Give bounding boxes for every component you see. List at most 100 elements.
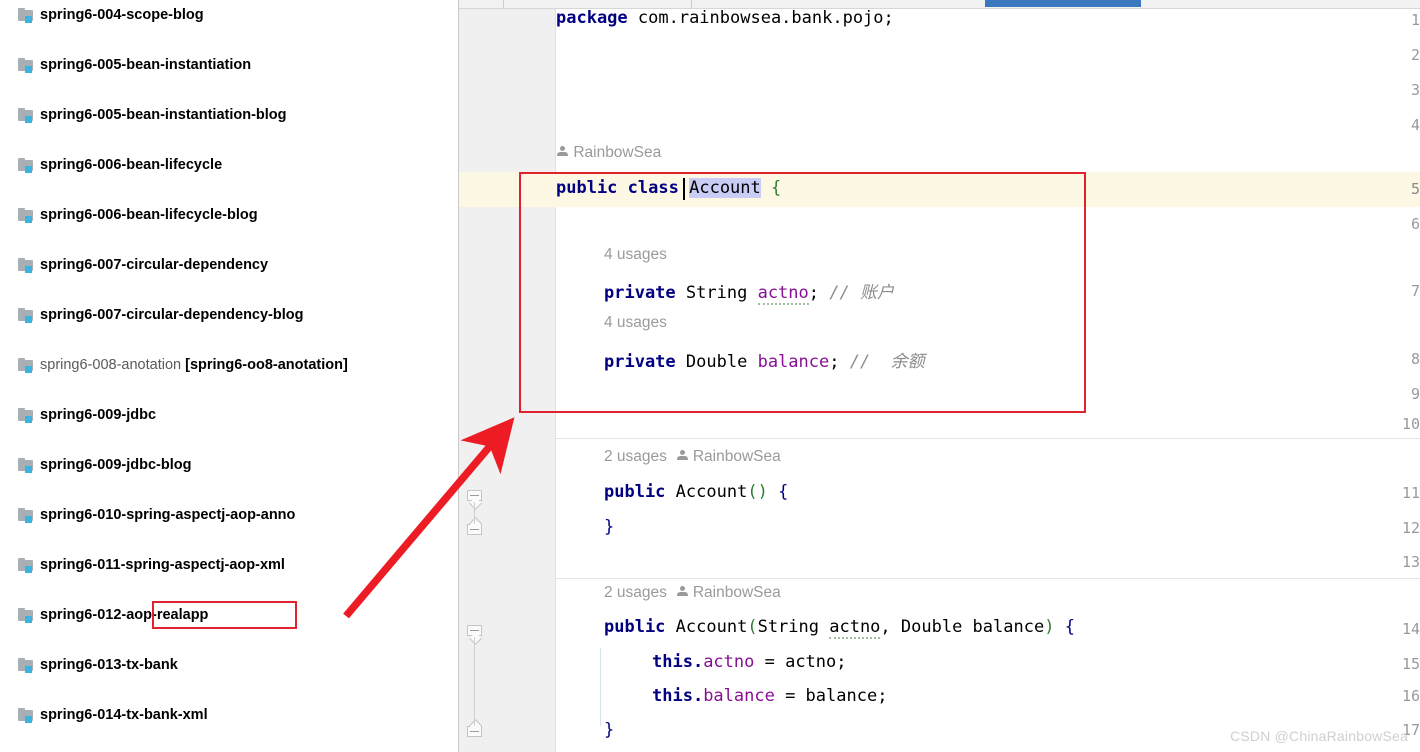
module-folder-icon (18, 607, 35, 623)
tree-item-label: spring6-012-aop-realapp (40, 607, 209, 623)
keyword-class: class (627, 178, 679, 198)
keyword-private: private (604, 352, 676, 372)
code-line-7[interactable]: private String actno; // 账户 (604, 278, 894, 305)
tree-item-label: spring6-007-circular-dependency (40, 257, 269, 273)
semicolon: ; (829, 352, 840, 372)
constructor-noarg: Account() { (675, 482, 789, 502)
tree-item-label: spring6-004-scope-blog (40, 7, 204, 23)
tree-item-spring6-006-bean-lifecycle-blog[interactable]: spring6-006-bean-lifecycle-blog (0, 203, 460, 228)
module-folder-icon (18, 207, 35, 223)
module-folder-icon (18, 157, 35, 173)
inlay-hint-usages[interactable]: 2 usages RainbowSea (604, 584, 781, 602)
field-actno[interactable]: actno (757, 283, 809, 305)
tree-item-module-name: [spring6-oo8-anotation] (185, 357, 348, 373)
tree-item-spring6-014-tx-bank-xml[interactable]: spring6-014-tx-bank-xml (0, 703, 460, 728)
line-number: 10 (1401, 415, 1420, 433)
tree-item-spring6-013-tx-bank[interactable]: spring6-013-tx-bank (0, 653, 460, 678)
indent-guide (600, 648, 601, 726)
code-line-14[interactable]: public Account(String actno, Double bala… (604, 617, 1075, 639)
code-line-5[interactable]: public class Account { (556, 178, 781, 198)
tree-item-spring6-008-anotation[interactable]: spring6-008-anotation [spring6-oo8-anota… (0, 353, 460, 378)
fold-marker-start[interactable] (467, 625, 484, 645)
keyword-public: public (604, 482, 666, 502)
ctor-name: Account (675, 482, 748, 502)
line-number: 5 (1410, 180, 1420, 198)
tree-item-label: spring6-005-bean-instantiation-blog (40, 107, 287, 123)
line-number: 1 (1410, 11, 1420, 29)
comment-actno: // 账户 (829, 283, 894, 303)
code-line-17[interactable]: } (604, 720, 614, 740)
assignment-actno: = actno; (754, 652, 847, 672)
tree-item-label: spring6-005-bean-instantiation (40, 57, 252, 73)
line-number: 9 (1410, 385, 1420, 403)
code-line-11[interactable]: public Account() { (604, 482, 788, 502)
field-balance[interactable]: balance (758, 352, 830, 372)
text-caret (683, 178, 685, 200)
line-number: 4 (1410, 116, 1420, 134)
line-number: 15 (1401, 655, 1420, 673)
tree-item-spring6-004-scope-blog[interactable]: spring6-004-scope-blog (0, 3, 460, 28)
field-actno[interactable]: actno (703, 652, 754, 672)
line-number: 6 (1410, 215, 1420, 233)
tree-item-spring6-009-jdbc-blog[interactable]: spring6-009-jdbc-blog (0, 453, 460, 478)
module-folder-icon (18, 307, 35, 323)
module-folder-icon (18, 557, 35, 573)
tree-item-spring6-007-circular-dependency[interactable]: spring6-007-circular-dependency (0, 253, 460, 278)
line-number: 3 (1410, 81, 1420, 99)
editor-fold-column[interactable] (537, 9, 555, 752)
code-line-12[interactable]: } (604, 517, 614, 537)
tree-item-spring6-007-circular-dependency-blog[interactable]: spring6-007-circular-dependency-blog (0, 303, 460, 328)
fold-marker-end[interactable] (467, 517, 484, 539)
tree-item-spring6-006-bean-lifecycle[interactable]: spring6-006-bean-lifecycle (0, 153, 460, 178)
inlay-hint-usages[interactable]: 4 usages (604, 314, 667, 332)
tab-active-indicator[interactable] (985, 0, 1141, 7)
fold-connector (474, 637, 475, 726)
code-line-15[interactable]: this.actno = actno; (652, 652, 847, 672)
field-balance[interactable]: balance (703, 686, 775, 706)
type-string: String (685, 283, 748, 303)
module-folder-icon (18, 707, 35, 723)
code-line-8[interactable]: private Double balance; // 余额 (604, 347, 925, 372)
line-number: 12 (1401, 519, 1420, 537)
tree-item-spring6-005-bean-instantiation[interactable]: spring6-005-bean-instantiation (0, 53, 460, 78)
method-separator (556, 578, 1420, 579)
project-tool-window[interactable]: spring6-004-scope-blog spring6-005-bean-i… (0, 0, 460, 752)
line-number: 13 (1401, 553, 1420, 571)
inlay-hint-author-label: RainbowSea (692, 448, 781, 465)
code-editor[interactable]: 1 2 3 4 5 6 7 8 9 10 11 12 13 14 15 16 1… (459, 0, 1420, 752)
tree-item-spring6-012-aop-realapp[interactable]: spring6-012-aop-realapp (0, 603, 460, 628)
fold-marker-end[interactable] (467, 719, 484, 741)
inlay-hint-usages[interactable]: 2 usages RainbowSea (604, 448, 781, 466)
tree-item-spring6-009-jdbc[interactable]: spring6-009-jdbc (0, 403, 460, 428)
fold-marker-start[interactable] (467, 490, 484, 510)
inlay-hint-author-label: RainbowSea (573, 144, 662, 161)
project-tree-scrollbar-track[interactable] (444, 0, 458, 752)
person-icon (676, 586, 689, 599)
line-number: 16 (1401, 687, 1420, 705)
inlay-hint-author[interactable]: RainbowSea (556, 144, 661, 162)
tab-separator (503, 0, 504, 8)
inlay-hint-usages-label: 2 usages (604, 448, 667, 465)
keyword-this: this. (652, 686, 704, 706)
tree-item-label: spring6-009-jdbc (40, 407, 157, 423)
inlay-hint-usages[interactable]: 4 usages (604, 246, 667, 264)
project-tree[interactable]: spring6-004-scope-blog spring6-005-bean-i… (0, 3, 460, 752)
code-line-16[interactable]: this.balance = balance; (652, 686, 887, 706)
code-line-1[interactable]: package com.rainbowsea.bank.pojo; (556, 8, 894, 28)
tree-item-spring6-011-spring-aspectj-aop-xml[interactable]: spring6-011-spring-aspectj-aop-xml (0, 553, 460, 578)
module-folder-icon (18, 357, 35, 373)
tree-item-spring6-010-spring-aspectj-aop-anno[interactable]: spring6-010-spring-aspectj-aop-anno (0, 503, 460, 528)
module-folder-icon (18, 7, 35, 23)
class-name-token[interactable]: Account (689, 178, 761, 198)
tree-item-label: spring6-009-jdbc-blog (40, 457, 192, 473)
line-number: 2 (1410, 46, 1420, 64)
tree-item-spring6-005-bean-instantiation-blog[interactable]: spring6-005-bean-instantiation-blog (0, 103, 460, 128)
